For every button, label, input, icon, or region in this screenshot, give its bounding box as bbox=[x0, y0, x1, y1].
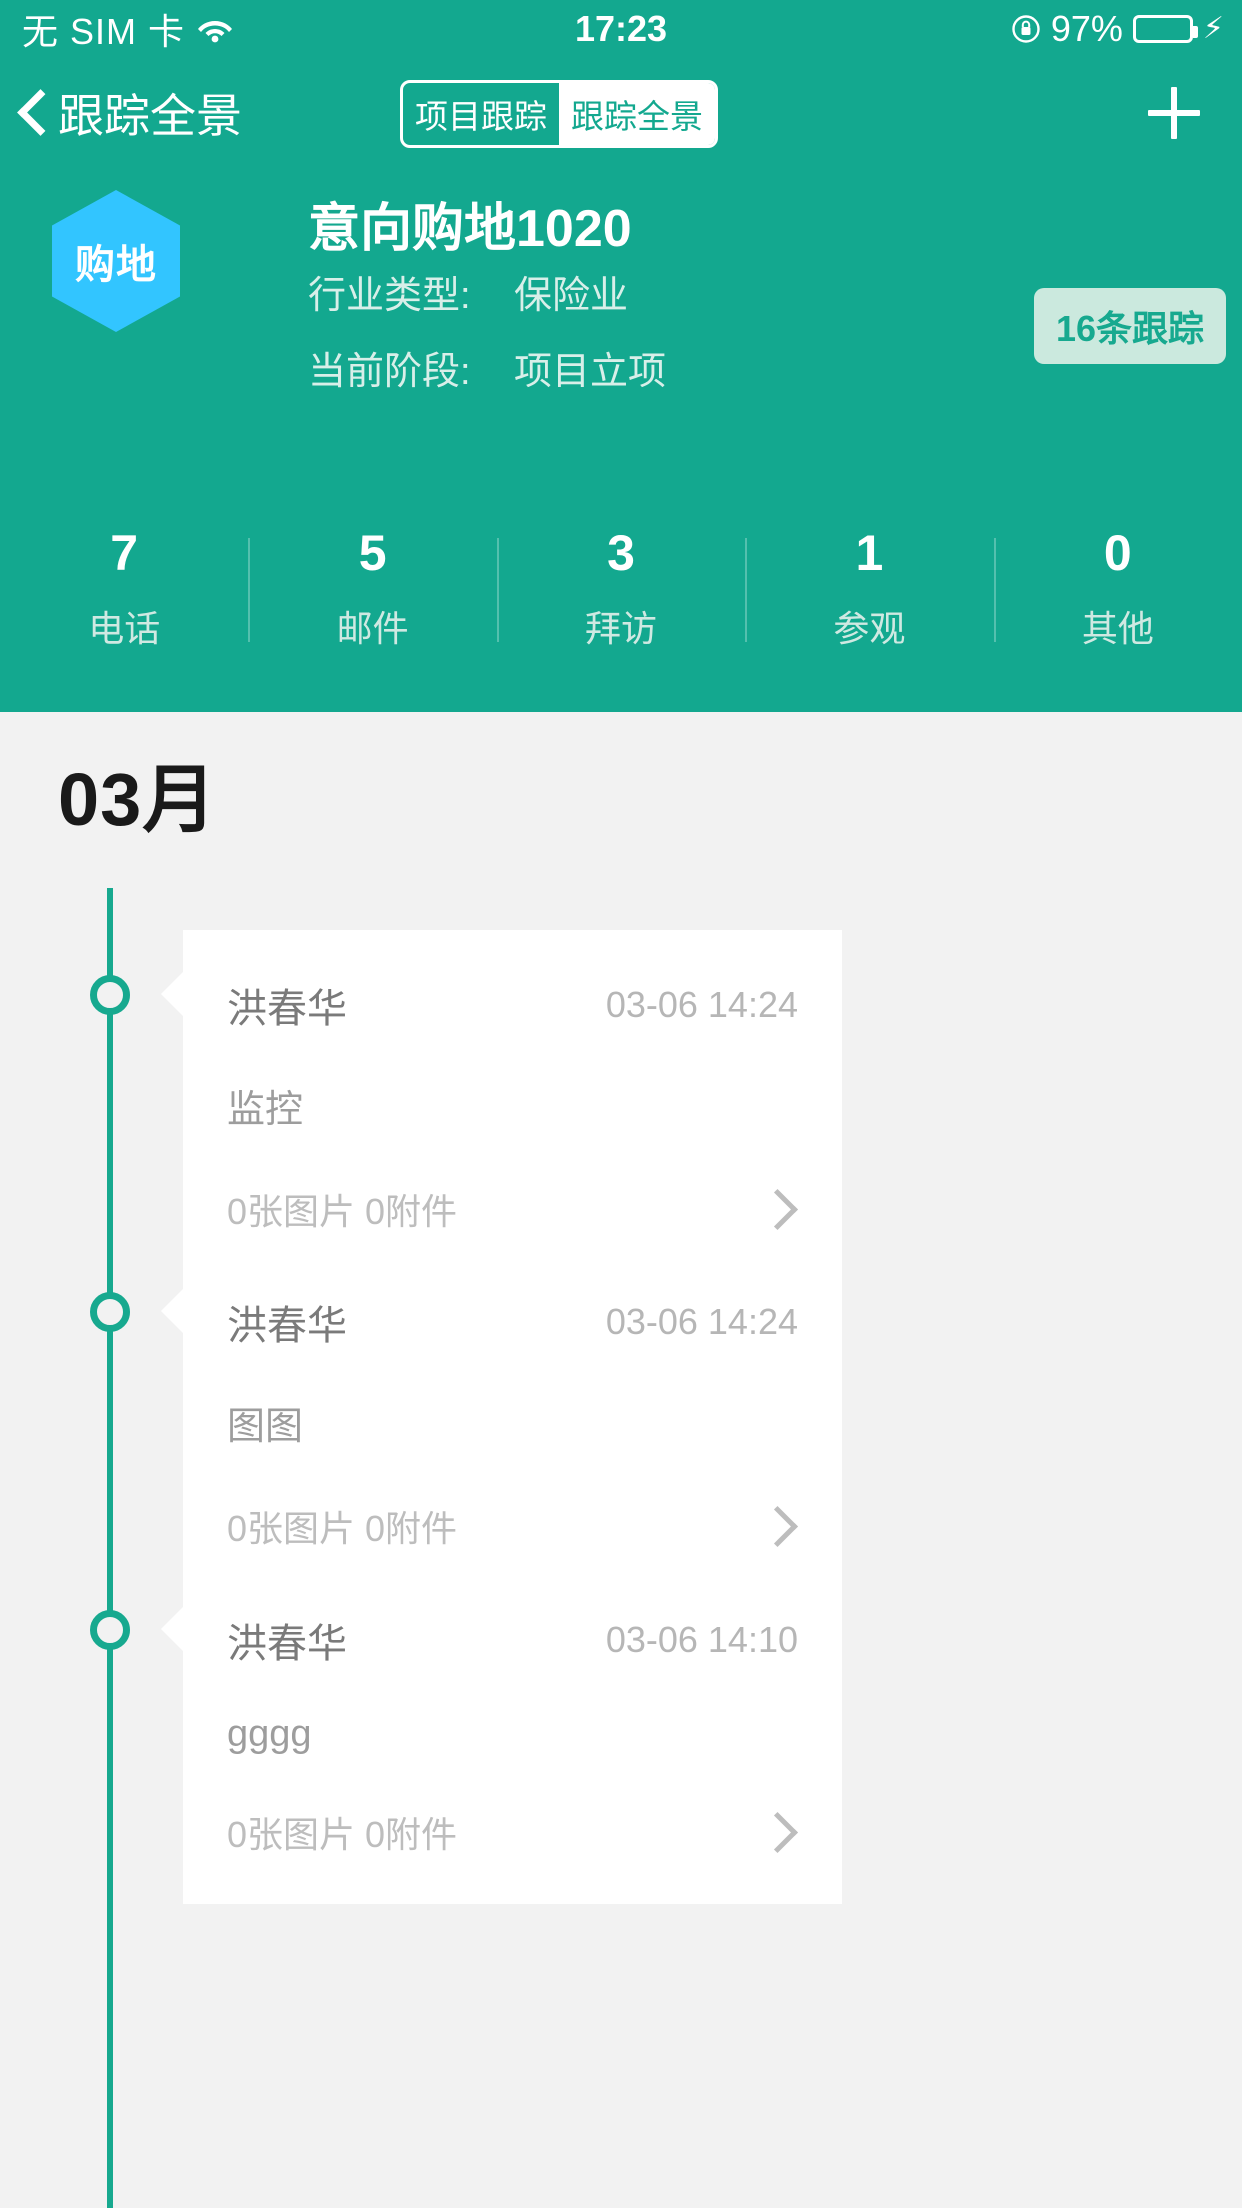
timeline-dot bbox=[90, 1610, 130, 1650]
card-author: 洪春华 bbox=[227, 1304, 347, 1348]
status-bar-right: 97% ⚡ bbox=[1011, 0, 1224, 58]
project-industry-value: 保险业 bbox=[514, 275, 629, 317]
project-industry-label: 行业类型: bbox=[308, 275, 471, 317]
card-header: 洪春华 03-06 14:24 bbox=[183, 1247, 842, 1351]
navigation-bar: 跟踪全景 项目跟踪 跟踪全景 bbox=[0, 58, 1242, 168]
segmented-control[interactable]: 项目跟踪 跟踪全景 bbox=[400, 80, 718, 148]
timeline-card[interactable]: 洪春华 03-06 14:24 图图 0张图片 0附件 bbox=[161, 1247, 842, 1598]
project-type-label: 购地 bbox=[75, 243, 157, 287]
stat-tour-value: 1 bbox=[855, 525, 884, 581]
back-button[interactable]: 跟踪全景 bbox=[20, 58, 242, 168]
charging-bolt-icon: ⚡ bbox=[1202, 12, 1224, 45]
clock-label: 17:23 bbox=[574, 8, 668, 49]
chevron-right-icon[interactable] bbox=[776, 1506, 798, 1546]
project-stage-row: 当前阶段: 项目立项 bbox=[308, 340, 666, 395]
card-attachments-meta: 0张图片 0附件 bbox=[227, 1191, 458, 1232]
stat-other-value: 0 bbox=[1103, 525, 1132, 581]
chevron-right-icon[interactable] bbox=[776, 1812, 798, 1852]
chevron-left-icon bbox=[20, 92, 44, 134]
card-notch bbox=[161, 972, 183, 1016]
app-root: 无 SIM 卡 17:23 97% ⚡ 跟踪全景 项目跟踪 跟踪全景 购地 意向… bbox=[0, 0, 1242, 2208]
card-timestamp: 03-06 14:10 bbox=[605, 1619, 798, 1660]
card-notch bbox=[161, 1289, 183, 1333]
tab-project-tracking[interactable]: 项目跟踪 bbox=[403, 83, 559, 145]
card-timestamp: 03-06 14:24 bbox=[605, 1301, 798, 1342]
tab-tracking-overview[interactable]: 跟踪全景 bbox=[559, 83, 715, 145]
timeline-dot bbox=[90, 1292, 130, 1332]
card-footer: 0张图片 0附件 bbox=[183, 1756, 842, 1904]
project-industry-row: 行业类型: 保险业 bbox=[308, 264, 628, 319]
card-content: gggg bbox=[227, 1713, 312, 1755]
project-type-badge: 购地 bbox=[52, 190, 180, 332]
plus-icon bbox=[1148, 87, 1200, 139]
card-author: 洪春华 bbox=[227, 987, 347, 1031]
timeline-dot bbox=[90, 975, 130, 1015]
project-stage-value: 项目立项 bbox=[514, 351, 667, 393]
card-timestamp: 03-06 14:24 bbox=[605, 984, 798, 1025]
timeline-axis bbox=[107, 888, 113, 2208]
card-header: 洪春华 03-06 14:10 bbox=[183, 1565, 842, 1669]
card-notch bbox=[161, 1607, 183, 1651]
chevron-right-icon[interactable] bbox=[776, 1189, 798, 1229]
card-content: 图图 bbox=[227, 1406, 304, 1448]
timeline-card[interactable]: 洪春华 03-06 14:24 监控 0张图片 0附件 bbox=[161, 930, 842, 1281]
stat-visit-value: 3 bbox=[607, 525, 635, 581]
card-content: 监控 bbox=[227, 1089, 304, 1131]
status-bar: 无 SIM 卡 17:23 97% ⚡ bbox=[0, 0, 1242, 58]
card-attachments-meta: 0张图片 0附件 bbox=[227, 1814, 458, 1855]
track-count-badge[interactable]: 16条跟踪 bbox=[1033, 288, 1226, 364]
battery-percent-label: 97% bbox=[1050, 8, 1123, 49]
stat-phone-value: 7 bbox=[110, 525, 139, 581]
rotation-lock-icon bbox=[1011, 14, 1041, 44]
card-attachments-meta: 0张图片 0附件 bbox=[227, 1508, 458, 1549]
battery-icon bbox=[1132, 15, 1198, 43]
project-summary: 购地 意向购地1020 行业类型: 保险业 当前阶段: 项目立项 16条跟踪 bbox=[0, 168, 1242, 498]
header-region: 无 SIM 卡 17:23 97% ⚡ 跟踪全景 项目跟踪 跟踪全景 购地 意向… bbox=[0, 0, 1242, 712]
card-author: 洪春华 bbox=[227, 1622, 347, 1666]
hexagon-shape: 购地 bbox=[52, 190, 180, 332]
project-stage-label: 当前阶段: bbox=[308, 351, 471, 393]
back-button-label: 跟踪全景 bbox=[58, 90, 242, 142]
project-title: 意向购地1020 bbox=[308, 200, 632, 258]
timeline-list: 洪春华 03-06 14:24 监控 0张图片 0附件 洪春华 03-06 14… bbox=[0, 630, 1242, 2208]
add-button[interactable] bbox=[1148, 58, 1200, 168]
card-header: 洪春华 03-06 14:24 bbox=[183, 930, 842, 1034]
stat-email-value: 5 bbox=[358, 525, 387, 581]
timeline-card[interactable]: 洪春华 03-06 14:10 gggg 0张图片 0附件 bbox=[161, 1565, 842, 1904]
